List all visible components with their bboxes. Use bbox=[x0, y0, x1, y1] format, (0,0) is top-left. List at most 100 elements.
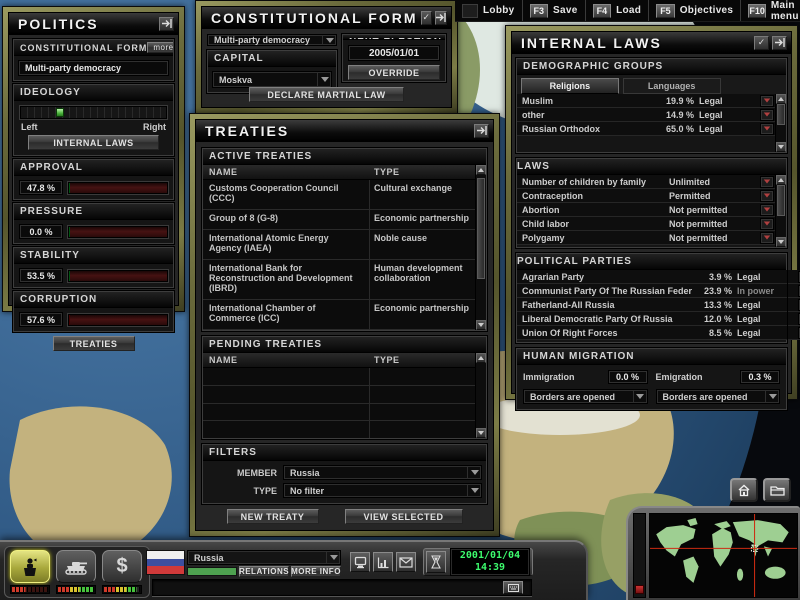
scroll-down-icon[interactable] bbox=[776, 237, 786, 247]
declare-martial-law-button[interactable]: DECLARE MARTIAL LAW bbox=[249, 87, 404, 102]
scroll-down-icon[interactable] bbox=[476, 428, 486, 438]
envelope-icon bbox=[399, 557, 413, 568]
party-row[interactable]: Liberal Democratic Party Of Russia 12.0 … bbox=[517, 312, 800, 326]
internal-laws-titlebar[interactable]: INTERNAL LAWS ✓ bbox=[512, 32, 791, 54]
dock-arrow-icon[interactable] bbox=[435, 11, 447, 25]
more-info-button[interactable]: MORE INFO bbox=[291, 566, 341, 577]
statistics-button[interactable] bbox=[373, 552, 393, 572]
view-selected-button[interactable]: VIEW SELECTED bbox=[345, 509, 463, 524]
dock-arrow-icon[interactable] bbox=[772, 36, 787, 50]
chat-input[interactable] bbox=[152, 579, 532, 596]
ideology-slider[interactable] bbox=[20, 106, 167, 119]
f5-key-box: F5 bbox=[656, 4, 675, 18]
chevron-down-icon[interactable] bbox=[760, 218, 774, 230]
scroll-up-icon[interactable] bbox=[476, 353, 486, 363]
politics-mode-button[interactable] bbox=[10, 550, 50, 583]
government-form-dropdown[interactable]: Multi-party democracy bbox=[207, 34, 337, 46]
scroll-down-icon[interactable] bbox=[476, 320, 486, 330]
scroll-up-icon[interactable] bbox=[476, 165, 486, 175]
chevron-down-icon[interactable] bbox=[760, 232, 774, 244]
religion-row[interactable]: Muslim 19.9 % Legal bbox=[517, 94, 775, 108]
chevron-down-icon[interactable] bbox=[760, 95, 774, 107]
name-column-header[interactable]: NAME bbox=[203, 353, 370, 367]
menu-item-load[interactable]: F4 Load bbox=[585, 0, 649, 21]
ideology-slider-thumb[interactable] bbox=[56, 108, 64, 117]
slider-thumb[interactable] bbox=[635, 585, 644, 594]
override-button[interactable]: OVERRIDE bbox=[348, 65, 440, 80]
scrollbar[interactable] bbox=[475, 353, 486, 438]
immigration-policy-dropdown[interactable]: Borders are opened bbox=[523, 389, 648, 404]
military-mode-button[interactable] bbox=[56, 550, 96, 583]
menu-item-main-menu[interactable]: F10 Main menu bbox=[740, 0, 800, 21]
more-button[interactable]: more bbox=[147, 42, 173, 53]
politics-titlebar[interactable]: POLITICS bbox=[9, 13, 178, 35]
internal-laws-button[interactable]: INTERNAL LAWS bbox=[28, 135, 159, 150]
scroll-up-icon[interactable] bbox=[776, 175, 786, 185]
country-dropdown[interactable]: Russia bbox=[187, 550, 341, 565]
world-minimap[interactable] bbox=[649, 513, 798, 598]
party-row[interactable]: Union Of Right Forces 8.5 % Legal bbox=[517, 326, 800, 340]
scroll-up-icon[interactable] bbox=[776, 94, 786, 104]
chevron-down-icon bbox=[633, 390, 647, 403]
member-filter-dropdown[interactable]: Russia bbox=[283, 465, 482, 480]
law-row[interactable]: Contraception Permitted bbox=[517, 189, 775, 203]
emigration-policy-dropdown[interactable]: Borders are opened bbox=[656, 389, 781, 404]
chevron-down-icon[interactable] bbox=[760, 204, 774, 216]
law-row[interactable]: Number of children by family Unlimited bbox=[517, 175, 775, 189]
time-speed-button[interactable] bbox=[426, 551, 446, 573]
relations-button[interactable]: RELATIONS bbox=[239, 566, 289, 577]
treaties-button[interactable]: TREATIES bbox=[53, 336, 135, 351]
law-row[interactable]: Child labor Not permitted bbox=[517, 217, 775, 231]
menu-item-save[interactable]: F3 Save bbox=[522, 0, 585, 21]
scrollbar[interactable] bbox=[775, 94, 786, 152]
minimap-zoom-slider[interactable] bbox=[633, 513, 646, 598]
name-column-header[interactable]: NAME bbox=[203, 165, 370, 179]
party-row[interactable]: Fatherland-All Russia 13.3 % Legal bbox=[517, 298, 800, 312]
filters-box: FILTERS MEMBER Russia TYPE No filter bbox=[202, 444, 487, 504]
treaty-row[interactable]: International Bank for Reconstruction an… bbox=[203, 260, 475, 300]
map-options-button[interactable] bbox=[763, 478, 791, 502]
scrollbar[interactable] bbox=[775, 175, 786, 247]
chevron-down-icon[interactable] bbox=[760, 123, 774, 135]
laws-box: LAWS Number of children by family Unlimi… bbox=[516, 158, 787, 248]
treaty-row[interactable]: Group of 8 (G-8) Economic partnership bbox=[203, 210, 475, 230]
menu-item-lobby[interactable]: Lobby bbox=[455, 0, 522, 21]
home-view-button[interactable] bbox=[730, 478, 758, 502]
type-column-header[interactable]: TYPE bbox=[370, 165, 475, 179]
constitutional-form-titlebar[interactable]: CONSTITUTIONAL FORM ✓ bbox=[202, 7, 451, 29]
new-treaty-button[interactable]: NEW TREATY bbox=[227, 509, 319, 524]
chevron-down-icon[interactable] bbox=[760, 109, 774, 121]
party-row[interactable]: Agrarian Party 3.9 % Legal bbox=[517, 270, 800, 284]
chevron-down-icon[interactable] bbox=[760, 176, 774, 188]
party-row[interactable]: Communist Party Of The Russian Feder 23.… bbox=[517, 284, 800, 298]
chevron-down-icon bbox=[467, 466, 481, 479]
treaties-titlebar[interactable]: TREATIES bbox=[196, 120, 493, 142]
law-row[interactable]: Polygamy Not permitted bbox=[517, 231, 775, 245]
window-title: POLITICS bbox=[18, 16, 156, 32]
mail-button[interactable] bbox=[396, 552, 416, 572]
scrollbar[interactable] bbox=[475, 165, 486, 330]
apply-icon[interactable]: ✓ bbox=[754, 36, 769, 50]
religion-row[interactable]: other 14.9 % Legal bbox=[517, 108, 775, 122]
law-row[interactable]: Abortion Not permitted bbox=[517, 203, 775, 217]
capital-dropdown[interactable]: Moskva bbox=[212, 71, 332, 88]
type-filter-dropdown[interactable]: No filter bbox=[283, 483, 482, 498]
computer-button[interactable] bbox=[350, 552, 370, 572]
bottom-control-bar: $ Russia RELATIONS MORE INFO bbox=[0, 540, 588, 600]
religion-row[interactable]: Russian Orthodox 65.0 % Legal bbox=[517, 122, 775, 136]
scroll-down-icon[interactable] bbox=[776, 142, 786, 152]
type-column-header[interactable]: TYPE bbox=[370, 353, 475, 367]
dock-arrow-icon[interactable] bbox=[159, 17, 174, 31]
treaty-row[interactable]: International Chamber of Commerce (ICC) … bbox=[203, 300, 475, 330]
apply-icon[interactable]: ✓ bbox=[421, 11, 432, 25]
treaty-row[interactable]: International Atomic Energy Agency (IAEA… bbox=[203, 230, 475, 260]
laws-list: Number of children by family Unlimited C… bbox=[517, 175, 775, 247]
chat-console-button[interactable] bbox=[503, 581, 523, 594]
tab-religions[interactable]: Religions bbox=[521, 78, 619, 94]
tab-languages[interactable]: Languages bbox=[623, 78, 721, 94]
menu-item-objectives[interactable]: F5 Objectives bbox=[648, 0, 740, 21]
chevron-down-icon[interactable] bbox=[760, 190, 774, 202]
economy-mode-button[interactable]: $ bbox=[102, 550, 142, 583]
dock-arrow-icon[interactable] bbox=[474, 124, 489, 138]
treaty-row[interactable]: Customs Cooperation Council (CCC) Cultur… bbox=[203, 180, 475, 210]
